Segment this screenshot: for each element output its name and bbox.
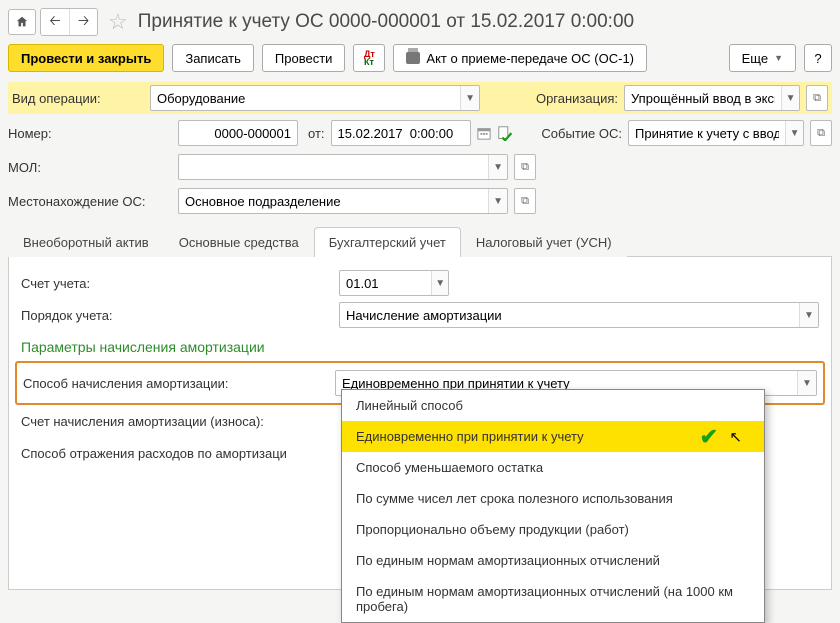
event-input[interactable] [629, 121, 785, 145]
dd-option-once-on-accept[interactable]: Единовременно при принятии к учету ✔ ↖ [342, 421, 764, 452]
printer-icon [406, 52, 420, 64]
op-type-input[interactable] [151, 86, 460, 110]
order-label: Порядок учета: [21, 308, 331, 323]
home-button[interactable] [8, 9, 36, 35]
dd-option-sum-years[interactable]: По сумме чисел лет срока полезного испол… [342, 483, 764, 514]
dd-option-proportional[interactable]: Пропорционально объему продукции (работ) [342, 514, 764, 545]
favorite-star-icon[interactable]: ☆ [108, 9, 128, 35]
dd-option-linear[interactable]: Линейный способ [342, 390, 764, 421]
depr-account-label: Счет начисления амортизации (износа): [21, 414, 331, 429]
op-type-field[interactable]: ▼ [150, 85, 480, 111]
loc-field[interactable]: ▼ [178, 188, 508, 214]
chevron-down-icon[interactable]: ▼ [488, 189, 507, 213]
mol-open-button[interactable]: ⧉ [514, 154, 536, 180]
expense-method-label: Способ отражения расходов по амортизаци [21, 446, 331, 461]
account-field[interactable]: ▼ [339, 270, 449, 296]
chevron-down-icon[interactable]: ▼ [460, 86, 479, 110]
number-field[interactable] [178, 120, 298, 146]
back-button[interactable]: 🡠 [41, 9, 69, 35]
mol-field[interactable]: ▼ [178, 154, 508, 180]
event-open-button[interactable]: ⧉ [810, 120, 832, 146]
mol-input[interactable] [179, 155, 488, 179]
method-label: Способ начисления амортизации: [23, 376, 327, 391]
account-label: Счет учета: [21, 276, 331, 291]
org-label: Организация: [536, 91, 618, 106]
save-button[interactable]: Записать [172, 44, 254, 72]
date-field[interactable] [331, 120, 471, 146]
cursor-icon: ↖ [729, 428, 742, 446]
mol-label: МОЛ: [8, 160, 172, 175]
account-input[interactable] [340, 271, 431, 295]
order-input[interactable] [340, 303, 799, 327]
org-open-button[interactable]: ⧉ [806, 85, 828, 111]
chevron-down-icon[interactable]: ▼ [797, 371, 816, 395]
op-type-label: Вид операции: [12, 91, 144, 106]
org-input[interactable] [625, 86, 781, 110]
loc-open-button[interactable]: ⧉ [514, 188, 536, 214]
chevron-down-icon[interactable]: ▼ [781, 86, 799, 110]
from-label: от: [308, 126, 325, 141]
more-label: Еще [742, 51, 768, 66]
doc-status-icon[interactable] [497, 125, 515, 141]
tab-tax-usn[interactable]: Налоговый учет (УСН) [461, 227, 627, 257]
order-field[interactable]: ▼ [339, 302, 819, 328]
number-input[interactable] [179, 121, 297, 145]
dt-kt-icon: ДтКт [364, 50, 375, 66]
chevron-down-icon[interactable]: ▼ [785, 121, 803, 145]
method-dropdown: Линейный способ Единовременно при принят… [341, 389, 765, 623]
loc-label: Местонахождение ОС: [8, 194, 172, 209]
loc-input[interactable] [179, 189, 488, 213]
dd-option-unified-norms[interactable]: По единым нормам амортизационных отчисле… [342, 545, 764, 576]
dd-option-declining[interactable]: Способ уменьшаемого остатка [342, 452, 764, 483]
tab-fixed-assets[interactable]: Основные средства [164, 227, 314, 257]
calendar-icon[interactable] [477, 126, 491, 140]
page-title: Принятие к учету ОС 0000-000001 от 15.02… [138, 11, 634, 33]
tab-noncurrent-asset[interactable]: Внеоборотный актив [8, 227, 164, 257]
date-input[interactable] [332, 121, 470, 145]
print-act-button[interactable]: Акт о приеме-передаче ОС (ОС-1) [393, 44, 647, 72]
forward-button[interactable]: 🡢 [69, 9, 97, 35]
event-field[interactable]: ▼ [628, 120, 804, 146]
help-button[interactable]: ? [804, 44, 832, 72]
print-act-label: Акт о приеме-передаче ОС (ОС-1) [426, 51, 634, 66]
tab-accounting[interactable]: Бухгалтерский учет [314, 227, 461, 257]
number-label: Номер: [8, 126, 172, 141]
org-field[interactable]: ▼ [624, 85, 800, 111]
chevron-down-icon[interactable]: ▼ [488, 155, 507, 179]
dd-option-label: Единовременно при принятии к учету [356, 429, 584, 444]
chevron-down-icon[interactable]: ▼ [431, 271, 448, 295]
amortization-section-title: Параметры начисления амортизации [21, 339, 819, 355]
dd-option-unified-1000km[interactable]: По единым нормам амортизационных отчисле… [342, 576, 764, 622]
checkmark-icon: ✔ [700, 424, 718, 450]
post-and-close-button[interactable]: Провести и закрыть [8, 44, 164, 72]
more-button[interactable]: Еще ▼ [729, 44, 796, 72]
chevron-down-icon: ▼ [774, 53, 783, 63]
event-label: Событие ОС: [541, 126, 622, 141]
dt-kt-button[interactable]: ДтКт [353, 44, 385, 72]
chevron-down-icon[interactable]: ▼ [799, 303, 818, 327]
post-button[interactable]: Провести [262, 44, 346, 72]
